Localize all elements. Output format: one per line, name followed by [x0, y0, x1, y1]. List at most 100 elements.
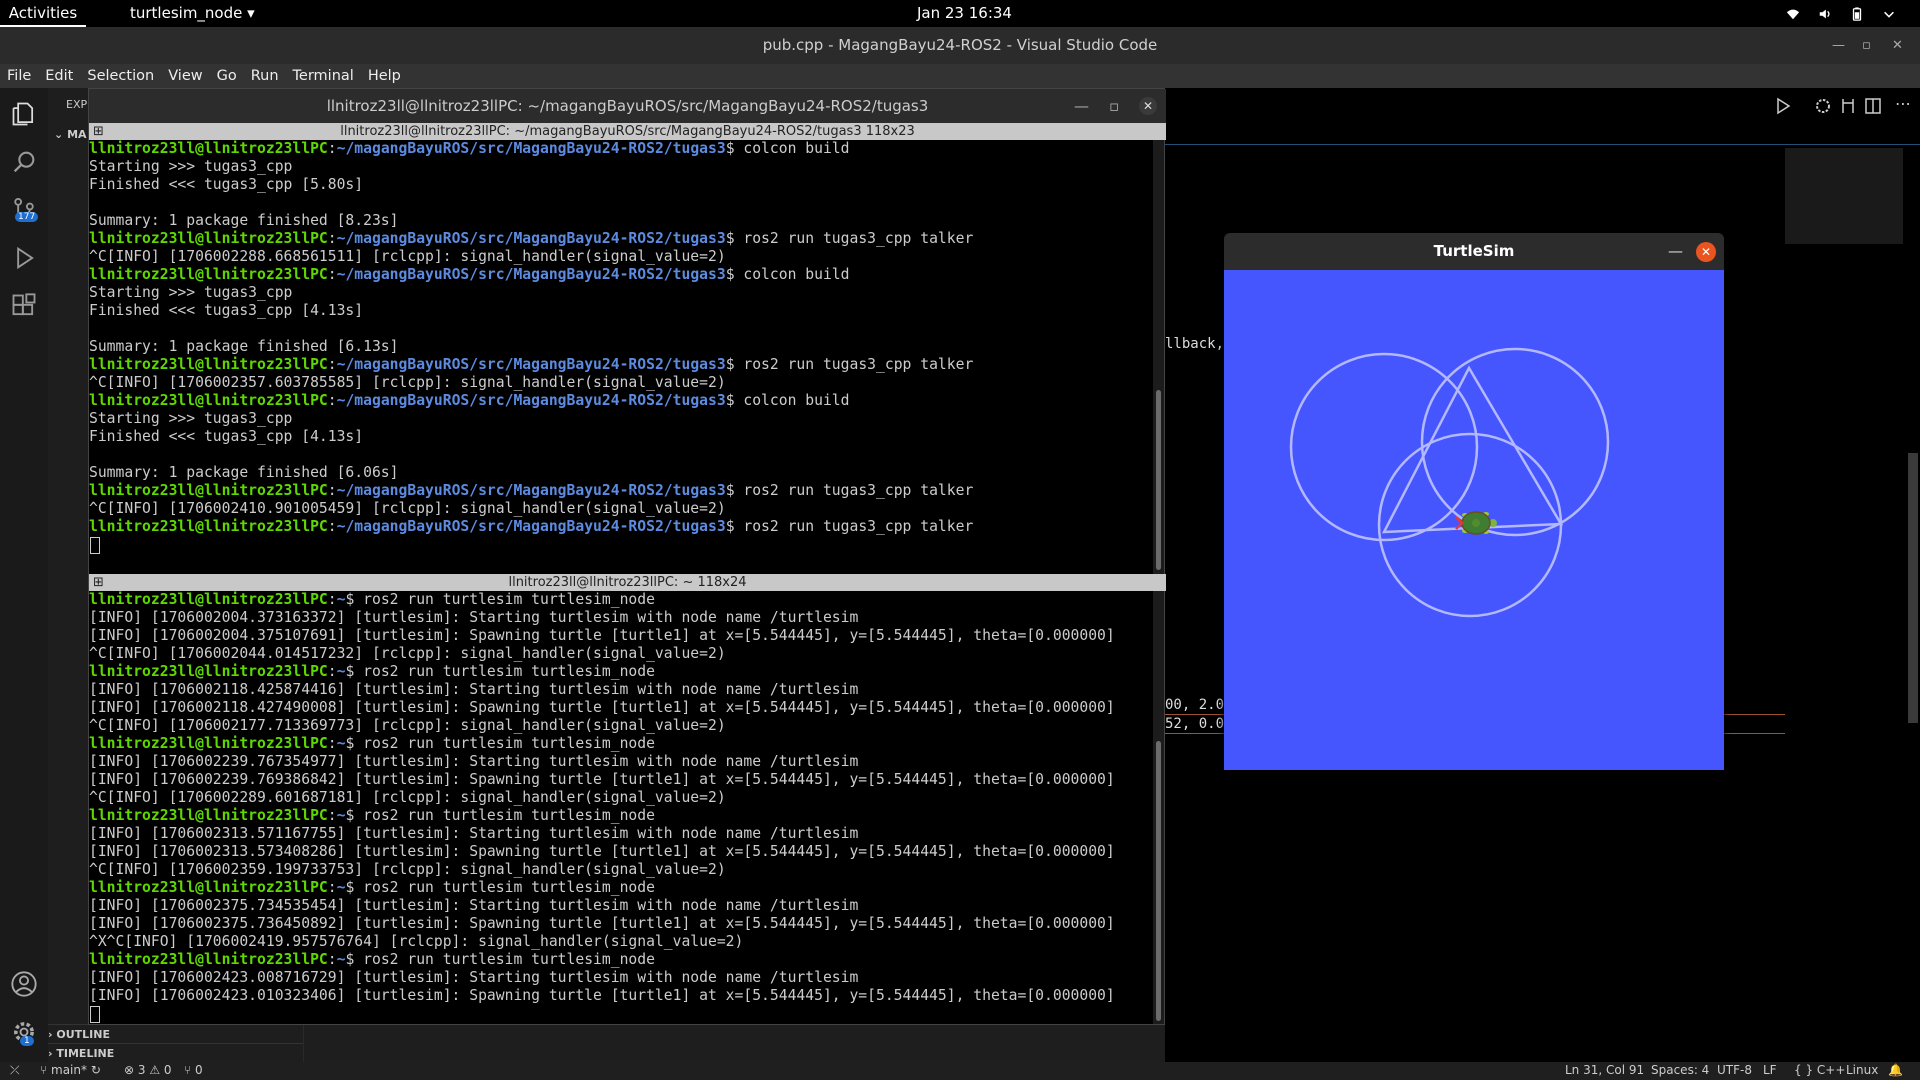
system-top-bar: Activities turtlesim_node ▾ Jan 23 16:34	[0, 0, 1920, 27]
app-menu[interactable]: turtlesim_node ▾	[130, 0, 255, 27]
more-actions-icon[interactable]: ⋯	[1895, 94, 1911, 113]
indentation[interactable]: Spaces: 4	[1651, 1063, 1709, 1077]
output-text: [INFO] [1706002423.010323406] [turtlesim…	[89, 987, 1115, 1004]
terminal-output-line: ^X^C[INFO] [1706002419.957576764] [rclcp…	[89, 933, 1155, 951]
minimap[interactable]	[1785, 148, 1903, 244]
prompt-path: ~/magangBayuROS/src/MagangBayu24-ROS2/tu…	[336, 266, 726, 283]
scm-badge: 177	[15, 212, 39, 222]
prompt-user: llnitroz23ll@llnitroz23llPC	[89, 663, 328, 680]
platform[interactable]: Linux	[1846, 1063, 1878, 1077]
problems-status[interactable]: ⊗ 3 ⚠ 0	[124, 1063, 172, 1077]
menu-help[interactable]: Help	[361, 68, 408, 84]
extensions-icon[interactable]	[10, 292, 38, 320]
power-menu-icon[interactable]	[1882, 7, 1896, 21]
scrollbar-thumb[interactable]	[1156, 741, 1161, 1021]
terminal-output-line: Starting >>> tugas3_cpp	[89, 410, 1155, 428]
terminal-prompt-line: llnitroz23ll@llnitroz23llPC:~/magangBayu…	[89, 230, 974, 247]
terminal-output-line: ^C[INFO] [1706002044.014517232] [rclcpp]…	[89, 645, 1155, 663]
cursor-position[interactable]: Ln 31, Col 91	[1565, 1063, 1644, 1077]
close-icon[interactable]: ✕	[1892, 27, 1903, 64]
prompt-user: llnitroz23ll@llnitroz23llPC	[89, 230, 328, 247]
prompt-user: llnitroz23ll@llnitroz23llPC	[89, 735, 328, 752]
explorer-icon[interactable]	[10, 100, 38, 128]
terminal-title-bar[interactable]: llnitroz23ll@llnitroz23llPC: ~/magangBay…	[89, 89, 1166, 123]
turtlesim-window[interactable]: TurtleSim — ✕	[1224, 233, 1724, 770]
terminal-prompt-line: llnitroz23ll@llnitroz23llPC:~/magangBayu…	[89, 140, 850, 157]
maximize-icon[interactable]: ▫	[1862, 27, 1871, 64]
menu-edit[interactable]: Edit	[38, 68, 80, 84]
settings-icon[interactable]	[1813, 96, 1833, 116]
remote-icon[interactable]: ⤫	[10, 1063, 20, 1078]
output-text: Starting >>> tugas3_cpp	[89, 158, 293, 175]
terminal-scrollbar[interactable]	[1153, 140, 1164, 574]
split-editor-icon[interactable]	[1863, 96, 1883, 116]
run-file-icon[interactable]	[1773, 96, 1793, 116]
terminal-output-line: Summary: 1 package finished [6.13s]	[89, 338, 1155, 356]
menu-go[interactable]: Go	[210, 68, 244, 84]
chevron-right-icon: ›	[48, 1028, 53, 1041]
prompt-path: ~/magangBayuROS/src/MagangBayu24-ROS2/tu…	[336, 482, 726, 499]
split-pane-icon[interactable]: ⊞	[93, 123, 104, 140]
notifications-icon[interactable]: 🔔	[1888, 1063, 1903, 1077]
code-fragment: llback,	[1165, 336, 1225, 352]
account-icon[interactable]	[10, 970, 38, 998]
terminal-prompt-line: llnitroz23ll@llnitroz23llPC:~$ ros2 run …	[89, 807, 655, 824]
outline-section[interactable]: › OUTLINE	[48, 1024, 303, 1044]
timeline-section[interactable]: › TIMELINE	[48, 1043, 303, 1064]
terminal-output-line: Summary: 1 package finished [8.23s]	[89, 212, 1155, 230]
search-icon[interactable]	[10, 148, 38, 176]
terminal-output-line: [INFO] [1706002423.008716729] [turtlesim…	[89, 969, 1155, 987]
terminal-prompt-line: llnitroz23ll@llnitroz23llPC:~/magangBayu…	[89, 266, 850, 283]
explorer-root[interactable]: ⌄ MA	[54, 128, 87, 141]
terminal-output-line: Starting >>> tugas3_cpp	[89, 158, 1155, 176]
prompt-user: llnitroz23ll@llnitroz23llPC	[89, 807, 328, 824]
turtlesim-title-bar[interactable]: TurtleSim — ✕	[1224, 233, 1724, 270]
terminal-scrollbar[interactable]	[1153, 591, 1164, 1024]
volume-icon[interactable]	[1818, 7, 1832, 21]
wifi-icon[interactable]	[1786, 7, 1800, 21]
minimize-icon[interactable]: —	[1074, 89, 1089, 123]
prompt-user: llnitroz23ll@llnitroz23llPC	[89, 392, 328, 409]
terminal-prompt-line: llnitroz23ll@llnitroz23llPC:~/magangBayu…	[89, 356, 974, 373]
menu-run[interactable]: Run	[244, 68, 286, 84]
output-text: [INFO] [1706002004.375107691] [turtlesim…	[89, 627, 1115, 644]
clock[interactable]: Jan 23 16:34	[917, 0, 1012, 27]
battery-icon[interactable]	[1850, 6, 1864, 21]
split-pane-icon[interactable]: ⊞	[93, 574, 104, 591]
maximize-icon[interactable]: ▫	[1109, 89, 1119, 123]
output-text: ^C[INFO] [1706002410.901005459] [rclcpp]…	[89, 500, 726, 517]
scrollbar-thumb[interactable]	[1156, 390, 1161, 570]
menu-selection[interactable]: Selection	[80, 68, 161, 84]
eol[interactable]: LF	[1763, 1063, 1777, 1077]
menu-file[interactable]: File	[0, 68, 38, 84]
output-text: ^C[INFO] [1706002288.668561511] [rclcpp]…	[89, 248, 726, 265]
language-mode[interactable]: { } C++	[1794, 1063, 1845, 1077]
prompt-user: llnitroz23ll@llnitroz23llPC	[89, 518, 328, 535]
menu-view[interactable]: View	[161, 68, 209, 84]
sync-icon[interactable]: ↻	[91, 1063, 101, 1077]
compare-icon[interactable]	[1838, 96, 1858, 116]
menu-bar: File Edit Selection View Go Run Terminal…	[0, 64, 1920, 88]
terminal-pane-bottom[interactable]: llnitroz23ll@llnitroz23llPC:~$ ros2 run …	[89, 591, 1155, 1024]
prompt-path: ~/magangBayuROS/src/MagangBayu24-ROS2/tu…	[336, 518, 726, 535]
terminal-window[interactable]: llnitroz23ll@llnitroz23llPC: ~/magangBay…	[88, 88, 1166, 1025]
minimize-icon[interactable]: —	[1832, 27, 1845, 64]
close-icon[interactable]: ✕	[1139, 97, 1157, 115]
encoding[interactable]: UTF-8	[1717, 1063, 1752, 1077]
close-icon[interactable]: ✕	[1696, 242, 1716, 262]
vscode-title-bar: pub.cpp - MagangBayu24-ROS2 - Visual Stu…	[0, 27, 1920, 64]
terminal-pane-top[interactable]: llnitroz23ll@llnitroz23llPC:~/magangBayu…	[89, 140, 1155, 574]
branch-status[interactable]: ⑂ main* ↻	[40, 1063, 101, 1077]
minimize-icon[interactable]: —	[1668, 233, 1683, 270]
ports-status[interactable]: ⑂ 0	[184, 1063, 203, 1077]
output-text: [INFO] [1706002239.767354977] [turtlesim…	[89, 753, 859, 770]
activities-button[interactable]: Activities	[0, 0, 86, 27]
command-text: $ ros2 run tugas3_cpp talker	[725, 356, 974, 373]
run-debug-icon[interactable]	[10, 244, 38, 272]
menu-terminal[interactable]: Terminal	[286, 68, 361, 84]
terminal-output-line: [INFO] [1706002313.571167755] [turtlesim…	[89, 825, 1155, 843]
system-tray[interactable]	[1786, 0, 1896, 27]
output-text: [INFO] [1706002239.769386842] [turtlesim…	[89, 771, 1115, 788]
editor-scrollbar[interactable]	[1908, 453, 1918, 723]
terminal-prompt-line: llnitroz23ll@llnitroz23llPC:~/magangBayu…	[89, 518, 974, 535]
